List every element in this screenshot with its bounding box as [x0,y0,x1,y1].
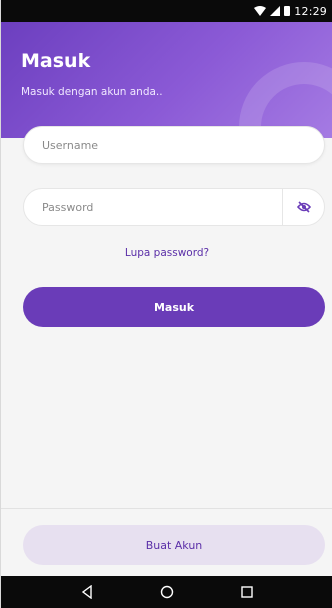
username-input[interactable] [24,127,324,163]
recents-icon [241,586,253,598]
home-icon [160,585,174,599]
recents-button[interactable] [234,579,260,605]
username-field[interactable] [23,126,325,164]
login-header: Masuk Masuk dengan akun anda.. [1,22,332,138]
login-button[interactable]: Masuk [23,287,325,327]
divider [1,508,332,509]
home-button[interactable] [154,579,180,605]
status-time: 12:29 [294,4,327,18]
page-subtitle: Masuk dengan akun anda.. [21,86,163,98]
forgot-password-link[interactable]: Lupa password? [1,247,332,259]
eye-slash-icon [296,201,311,213]
navigation-bar [1,576,332,608]
app-screen: 12:29 Masuk Masuk dengan akun anda.. Lup… [0,0,332,608]
back-button[interactable] [74,579,100,605]
battery-icon [284,6,291,16]
page-title: Masuk [21,50,91,72]
signal-icon [270,6,281,16]
toggle-password-visibility-button[interactable] [282,189,324,225]
status-bar: 12:29 [1,0,332,22]
password-input[interactable] [24,189,282,225]
create-account-button[interactable]: Buat Akun [23,525,325,565]
wifi-icon [254,6,267,16]
status-icons [254,6,291,16]
password-field[interactable] [23,188,325,226]
back-icon [81,585,92,599]
